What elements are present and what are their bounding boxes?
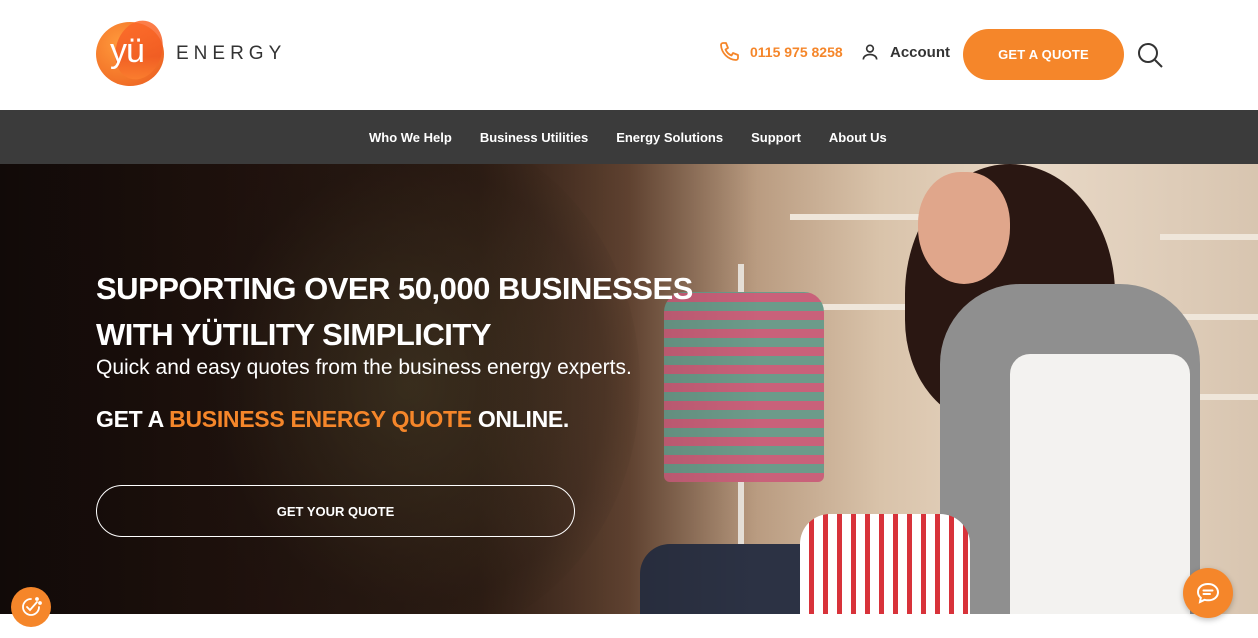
account-link[interactable]: Account	[860, 42, 950, 62]
quote-suffix: ONLINE.	[471, 406, 570, 432]
logo-mark-text: yü	[110, 32, 145, 70]
quote-prefix: GET A	[96, 406, 170, 432]
nav-item-who-we-help[interactable]: Who We Help	[369, 130, 452, 145]
hero-subheadline: Quick and easy quotes from the business …	[96, 356, 632, 379]
chat-icon	[1196, 582, 1220, 604]
user-icon	[862, 44, 878, 60]
logo-wordmark: ENERGY	[176, 43, 287, 64]
quote-highlight: BUSINESS ENERGY QUOTE	[169, 406, 472, 432]
nav-item-about-us[interactable]: About Us	[829, 130, 887, 145]
logo-mark: yü	[96, 14, 171, 88]
nav-item-support[interactable]: Support	[751, 130, 801, 145]
hero-banner-image	[0, 164, 1258, 614]
site-header: yü ENERGY 0115 975 8258 Account GET A QU…	[0, 0, 1258, 110]
phone-link[interactable]: 0115 975 8258	[718, 40, 843, 64]
get-your-quote-button[interactable]: GET YOUR QUOTE	[96, 485, 575, 537]
phone-number: 0115 975 8258	[750, 44, 843, 60]
hero-headline: SUPPORTING OVER 50,000 BUSINESSES WITH Y…	[96, 266, 796, 358]
nav-item-business-utilities[interactable]: Business Utilities	[480, 130, 588, 145]
get-a-quote-button[interactable]: GET A QUOTE	[963, 29, 1124, 80]
nav-list: Who We Help Business Utilities Energy So…	[369, 110, 887, 164]
hero-headline-line2: WITH YÜTILITY SIMPLICITY	[96, 317, 492, 352]
cookie-consent-icon	[22, 597, 42, 616]
chat-button[interactable]	[1183, 568, 1233, 618]
account-label: Account	[890, 43, 950, 61]
main-nav: Who We Help Business Utilities Energy So…	[0, 110, 1258, 164]
hero-quote-line: GET A BUSINESS ENERGY QUOTE ONLINE.	[96, 406, 569, 433]
phone-icon	[720, 42, 739, 61]
cookie-consent-button[interactable]	[11, 587, 51, 627]
search-icon[interactable]	[1136, 41, 1164, 69]
nav-item-energy-solutions[interactable]: Energy Solutions	[616, 130, 723, 145]
hero-headline-line1: SUPPORTING OVER 50,000 BUSINESSES	[96, 271, 693, 306]
brand-logo[interactable]: yü ENERGY	[96, 14, 287, 88]
